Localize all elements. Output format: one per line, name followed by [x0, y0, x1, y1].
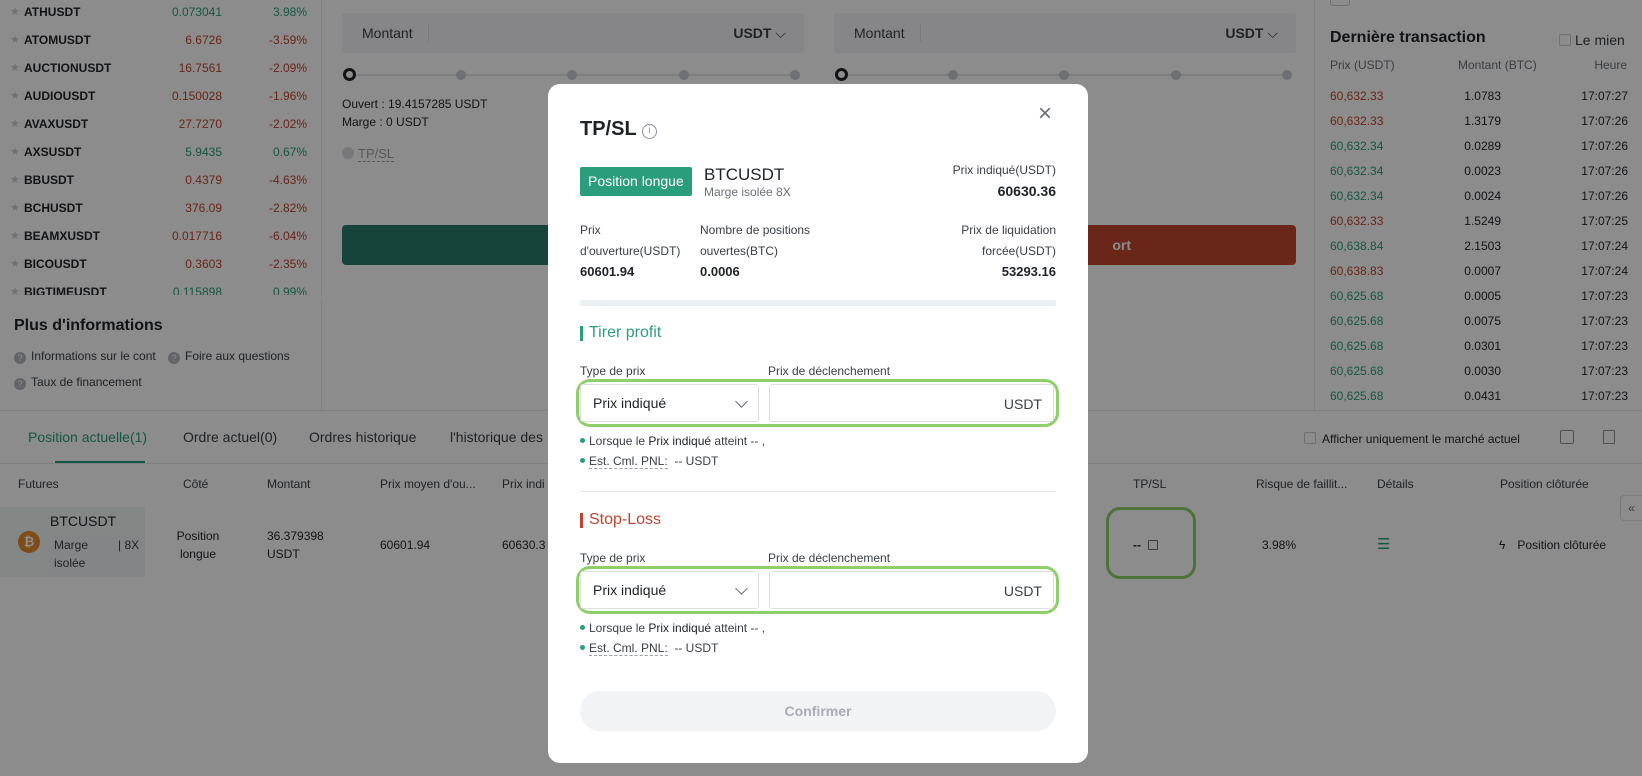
sl-price-type-select[interactable]: Prix indiqué	[580, 571, 759, 609]
modal-liq-price: 53293.16	[1001, 264, 1056, 279]
tpsl-modal: TP/SL i × Position longue BTCUSDT Marge …	[548, 84, 1088, 763]
tp-pnl: Est. Cml. PNL: -- USDT	[580, 454, 718, 469]
sl-trigger-price-input[interactable]: USDT	[769, 571, 1054, 609]
modal-title: TP/SL i	[580, 118, 657, 141]
position-badge: Position longue	[580, 167, 692, 196]
modal-symbol: BTCUSDT	[704, 165, 785, 184]
confirm-button[interactable]: Confirmer	[580, 691, 1056, 731]
modal-open-price: 60601.94	[580, 264, 635, 279]
tp-trigger-price-input[interactable]: USDT	[769, 384, 1054, 422]
modal-index-price: 60630.36	[997, 183, 1056, 199]
sl-pnl: Est. Cml. PNL: -- USDT	[580, 641, 718, 656]
info-icon: i	[641, 124, 657, 139]
stop-loss-title: Stop-Loss	[580, 511, 661, 529]
sl-hint: Lorsque le Prix indiqué atteint -- ,	[580, 621, 765, 635]
tp-price-type-select[interactable]: Prix indiqué	[580, 384, 759, 422]
modal-margin: Marge isolée 8X	[704, 185, 791, 199]
chevron-down-icon	[735, 582, 748, 595]
close-icon[interactable]: ×	[1038, 100, 1052, 128]
take-profit-title: Tirer profit	[580, 324, 661, 342]
chevron-down-icon	[735, 395, 748, 408]
tp-hint: Lorsque le Prix indiqué atteint -- ,	[580, 434, 765, 448]
modal-qty: 0.0006	[700, 264, 740, 279]
